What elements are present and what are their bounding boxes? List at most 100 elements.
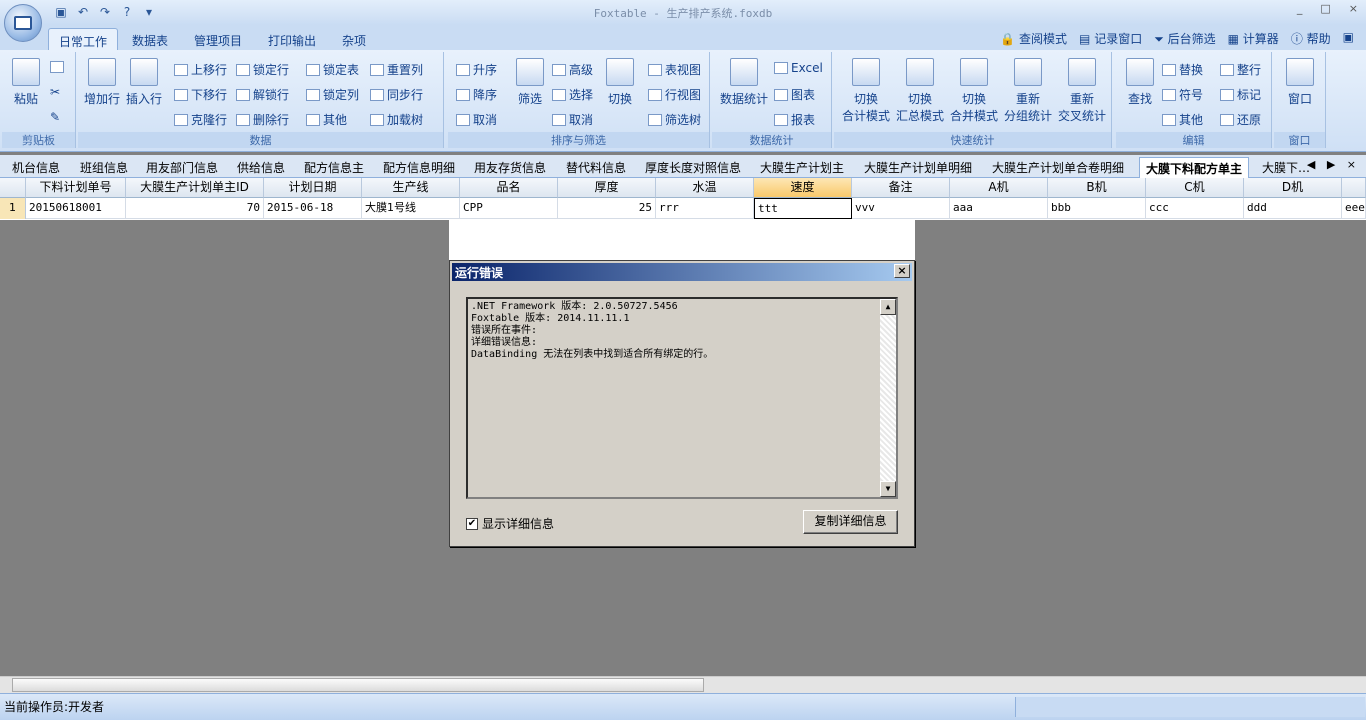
format-painter-icon[interactable]: ✎ xyxy=(50,110,60,124)
clone-row-button[interactable]: 克隆行 xyxy=(174,111,227,128)
column-header[interactable]: 备注 xyxy=(852,178,950,198)
column-header[interactable]: 计划日期 xyxy=(264,178,362,198)
find-button[interactable]: 查找 xyxy=(1118,58,1162,107)
lock-column-button[interactable]: 锁定列 xyxy=(306,86,359,103)
table-cell[interactable]: bbb xyxy=(1048,198,1146,219)
sheet-tab[interactable]: 大膜生产计划主 xyxy=(754,157,850,178)
row-view-button[interactable]: 行视图 xyxy=(648,86,701,103)
column-header[interactable]: 下料计划单号 xyxy=(26,178,126,198)
horizontal-scroll-thumb[interactable] xyxy=(12,678,704,692)
table-cell-selected[interactable]: ttt xyxy=(754,198,852,219)
symbol-button[interactable]: 符号 xyxy=(1162,86,1203,103)
table-cell[interactable]: rrr xyxy=(656,198,754,219)
column-header-selected[interactable]: 速度 xyxy=(754,178,852,198)
edit-other-button[interactable]: 其他 xyxy=(1162,111,1203,128)
recross-stats-button[interactable]: 重新 交叉统计 xyxy=(1054,58,1110,124)
close-button[interactable]: × xyxy=(1349,2,1358,15)
tab-data-table[interactable]: 数据表 xyxy=(122,28,178,50)
switch-summary-mode-button[interactable]: 切换 汇总模式 xyxy=(892,58,948,124)
scroll-up-icon[interactable]: ▲ xyxy=(880,299,896,315)
move-down-button[interactable]: 下移行 xyxy=(174,86,227,103)
cut-icon[interactable]: ✂ xyxy=(50,85,60,99)
column-header[interactable]: 品名 xyxy=(460,178,558,198)
move-up-button[interactable]: 上移行 xyxy=(174,61,227,78)
background-filter-button[interactable]: ⏷ 后台筛选 xyxy=(1154,30,1215,47)
sheet-tab[interactable]: 厚度长度对照信息 xyxy=(639,157,747,178)
sheet-tab[interactable]: 大膜生产计划单明细 xyxy=(858,157,978,178)
column-header[interactable]: 水温 xyxy=(656,178,754,198)
column-header[interactable]: B机 xyxy=(1048,178,1146,198)
sheet-tab[interactable]: 机台信息 xyxy=(6,157,66,178)
table-cell[interactable]: 70 xyxy=(126,198,264,219)
sheet-tab-active[interactable]: 大膜下料配方单主 xyxy=(1139,157,1250,178)
copy-icon[interactable] xyxy=(50,60,67,74)
sheet-tab[interactable]: 配方信息主 xyxy=(298,157,370,178)
advanced-button[interactable]: 高级 xyxy=(552,61,593,78)
tidy-row-button[interactable]: 整行 xyxy=(1220,61,1261,78)
regroup-stats-button[interactable]: 重新 分组统计 xyxy=(1000,58,1056,124)
vertical-scrollbar[interactable]: ▲ ▼ xyxy=(880,299,896,497)
sheet-tab[interactable]: 替代料信息 xyxy=(560,157,632,178)
table-view-button[interactable]: 表视图 xyxy=(648,61,701,78)
sheet-tab[interactable]: 班组信息 xyxy=(74,157,134,178)
row-number[interactable]: 1 xyxy=(0,198,26,219)
report-button[interactable]: 报表 xyxy=(774,111,815,128)
switch-button[interactable]: 切换 xyxy=(598,58,642,107)
horizontal-scrollbar[interactable] xyxy=(0,676,1366,693)
sort-cancel-button[interactable]: 取消 xyxy=(456,111,497,128)
scroll-down-icon[interactable]: ▼ xyxy=(880,481,896,497)
table-cell[interactable]: vvv xyxy=(852,198,950,219)
restore-button[interactable]: 还原 xyxy=(1220,111,1261,128)
column-header[interactable]: A机 xyxy=(950,178,1048,198)
filter-tree-button[interactable]: 筛选树 xyxy=(648,111,701,128)
window-button[interactable]: 窗口 xyxy=(1278,58,1322,107)
column-header[interactable]: C机 xyxy=(1146,178,1244,198)
lock-table-button[interactable]: 锁定表 xyxy=(306,61,359,78)
column-header[interactable] xyxy=(1342,178,1366,198)
mark-button[interactable]: 标记 xyxy=(1220,86,1261,103)
sync-row-button[interactable]: 同步行 xyxy=(370,86,423,103)
sheet-tab[interactable]: 供给信息 xyxy=(231,157,291,178)
sort-desc-button[interactable]: 降序 xyxy=(456,86,497,103)
sheet-tab[interactable]: 大膜生产计划单合卷明细 xyxy=(986,157,1130,178)
help-button[interactable]: ⓘ 帮助 xyxy=(1291,30,1331,47)
ribbon-collapse-icon[interactable]: ▣ xyxy=(1343,30,1354,47)
record-window-button[interactable]: ▤ 记录窗口 xyxy=(1079,30,1142,47)
switch-total-mode-button[interactable]: 切换 合计模式 xyxy=(838,58,894,124)
select-button[interactable]: 选择 xyxy=(552,86,593,103)
table-cell[interactable]: 20150618001 xyxy=(26,198,126,219)
sheet-tab[interactable]: 用友存货信息 xyxy=(468,157,552,178)
other-button[interactable]: 其他 xyxy=(306,111,347,128)
maximize-button[interactable]: □ xyxy=(1320,2,1330,15)
chart-button[interactable]: 图表 xyxy=(774,86,815,103)
table-cell[interactable]: ccc xyxy=(1146,198,1244,219)
sheet-nav-arrows[interactable]: ◀ ▶ × xyxy=(1307,158,1360,171)
lock-row-button[interactable]: 锁定行 xyxy=(236,61,289,78)
tab-misc[interactable]: 杂项 xyxy=(332,28,376,50)
table-cell[interactable]: 2015-06-18 xyxy=(264,198,362,219)
application-menu-button[interactable] xyxy=(4,4,42,42)
switch-merge-mode-button[interactable]: 切换 合并模式 xyxy=(946,58,1002,124)
table-cell[interactable]: 25 xyxy=(558,198,656,219)
corner-header[interactable] xyxy=(0,178,26,198)
filter-button[interactable]: 筛选 xyxy=(508,58,552,107)
checkbox-check-icon[interactable]: ✔ xyxy=(466,517,478,530)
table-cell[interactable]: ddd xyxy=(1244,198,1342,219)
sheet-tab[interactable]: 配方信息明细 xyxy=(377,157,461,178)
load-tree-button[interactable]: 加载树 xyxy=(370,111,423,128)
sheet-tab[interactable]: 用友部门信息 xyxy=(140,157,224,178)
sort-asc-button[interactable]: 升序 xyxy=(456,61,497,78)
add-row-button[interactable]: 增加行 xyxy=(80,58,124,107)
column-header[interactable]: D机 xyxy=(1244,178,1342,198)
calculator-button[interactable]: ▦ 计算器 xyxy=(1228,30,1279,47)
column-header[interactable]: 厚度 xyxy=(558,178,656,198)
show-details-checkbox[interactable]: ✔ 显示详细信息 xyxy=(466,515,554,532)
column-header[interactable]: 大膜生产计划单主ID xyxy=(126,178,264,198)
delete-row-button[interactable]: 删除行 xyxy=(236,111,289,128)
minimize-button[interactable]: _ xyxy=(1297,2,1303,15)
error-details-textbox[interactable]: .NET Framework 版本: 2.0.50727.5456 Foxtab… xyxy=(466,297,898,499)
table-cell[interactable]: eee xyxy=(1342,198,1366,219)
data-stats-button[interactable]: 数据统计 xyxy=(716,58,772,107)
view-mode-button[interactable]: 🔒 查阅模式 xyxy=(1000,30,1067,47)
table-cell[interactable]: aaa xyxy=(950,198,1048,219)
